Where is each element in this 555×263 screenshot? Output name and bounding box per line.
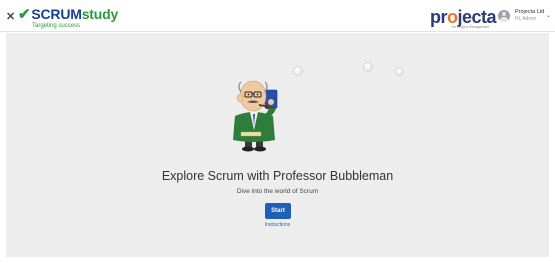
bubble-2: [363, 62, 373, 72]
user-avatar[interactable]: [498, 10, 510, 22]
game-stage: Explore Scrum with Professor Bubbleman D…: [6, 33, 549, 257]
checkmark-icon: ✔: [18, 6, 31, 23]
start-button[interactable]: Start: [265, 203, 291, 219]
user-menu[interactable]: Projecta Ltd Hi, Admin: [515, 9, 544, 23]
page-subtitle: Dive into the world of Scrum: [236, 188, 319, 195]
logo-tagline: Targeting success: [32, 23, 81, 29]
chevron-down-icon[interactable]: ⌄: [546, 12, 551, 19]
professor-bubbleman-illustration: [233, 80, 278, 152]
projecta-logo: projecta: [430, 7, 497, 27]
top-bar: ✕ ✔SCRUMstudy Targeting success projecta…: [0, 0, 555, 32]
close-icon[interactable]: ✕: [6, 10, 15, 23]
projecta-tagline: for Project Management: [452, 25, 490, 29]
bubble-1: [293, 66, 303, 76]
user-name: Projecta Ltd: [515, 9, 545, 15]
instructions-link[interactable]: Instructions: [0, 222, 555, 228]
page-title: Explore Scrum with Professor Bubbleman: [161, 169, 394, 183]
user-subtitle: Hi, Admin: [515, 16, 537, 22]
bubble-3: [395, 67, 404, 76]
scrumstudy-logo[interactable]: ✔SCRUMstudy Targeting success: [18, 7, 118, 29]
